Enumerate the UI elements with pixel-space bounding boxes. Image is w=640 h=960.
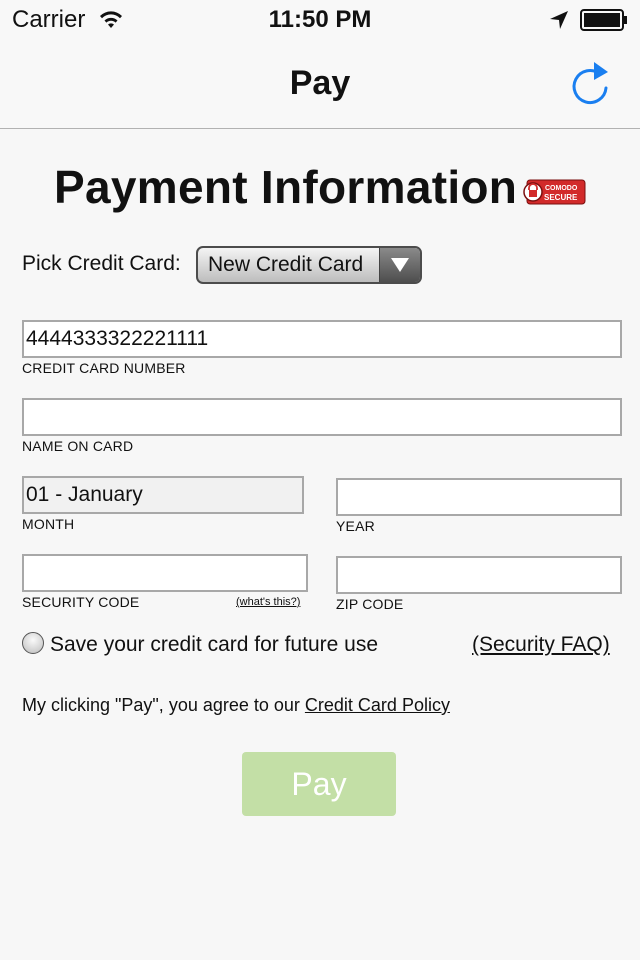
year-caption: YEAR	[336, 518, 375, 534]
card-number-caption: CREDIT CARD NUMBER	[22, 360, 186, 376]
chevron-down-icon	[391, 258, 409, 272]
agreement-prefix: My clicking "Pay", you agree to our	[22, 695, 305, 715]
zip-code-caption: ZIP CODE	[336, 596, 404, 612]
select-arrow	[379, 248, 420, 282]
pay-button[interactable]: Pay	[242, 752, 396, 816]
status-bar: Carrier 11:50 PM	[0, 0, 640, 40]
month-select[interactable]	[22, 476, 304, 514]
card-number-input[interactable]	[22, 320, 622, 358]
location-arrow-icon	[550, 11, 568, 29]
badge-text-bottom: SECURE	[544, 193, 578, 202]
security-code-input[interactable]	[22, 554, 308, 592]
battery-icon	[580, 9, 627, 31]
credit-card-select[interactable]: New Credit Card	[196, 246, 422, 284]
credit-card-select-value: New Credit Card	[208, 253, 364, 276]
security-code-caption: SECURITY CODE	[22, 594, 140, 610]
heading-row: Payment Information COMODO SECURE	[0, 160, 640, 220]
credit-card-policy-link[interactable]: Credit Card Policy	[305, 695, 450, 715]
save-card-label: Save your credit card for future use	[50, 633, 378, 656]
pick-card-label: Pick Credit Card:	[22, 252, 181, 275]
refresh-icon[interactable]	[566, 58, 614, 108]
year-input[interactable]	[336, 478, 622, 516]
whats-this-link[interactable]: (what's this?)	[236, 596, 300, 608]
agreement-text: My clicking "Pay", you agree to our Cred…	[22, 695, 450, 716]
nav-title: Pay	[289, 64, 351, 102]
page-heading: Payment Information	[54, 161, 518, 213]
zip-code-input[interactable]	[336, 556, 622, 594]
name-on-card-caption: NAME ON CARD	[22, 438, 134, 454]
name-on-card-input[interactable]	[22, 398, 622, 436]
badge-text-top: COMODO	[545, 185, 578, 192]
month-caption: MONTH	[22, 516, 75, 532]
security-faq-link[interactable]: (Security FAQ)	[472, 633, 610, 657]
save-card-radio[interactable]	[22, 632, 44, 654]
comodo-secure-badge: COMODO SECURE	[523, 179, 586, 205]
navigation-bar: Pay	[0, 40, 640, 129]
clock: 11:50 PM	[268, 6, 372, 33]
